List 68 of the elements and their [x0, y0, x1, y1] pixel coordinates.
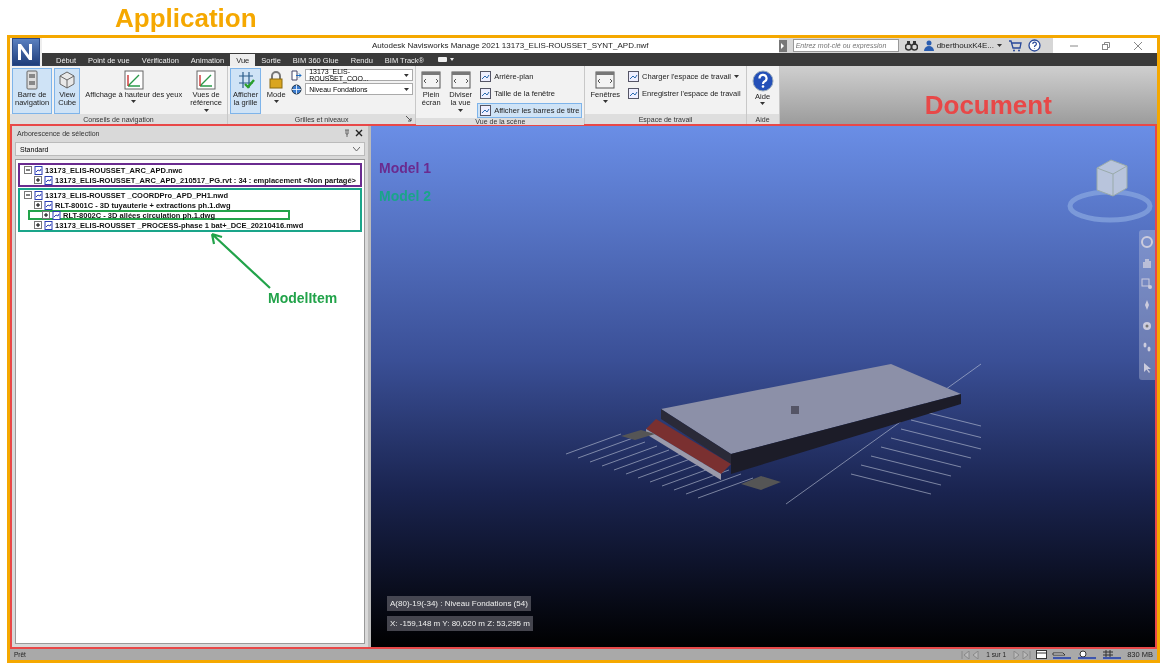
- window-icon: [480, 71, 492, 82]
- coordinates-label: X: -159,148 m Y: 80,620 m Z: 53,295 m: [387, 616, 533, 631]
- chevron-icon: [353, 147, 360, 151]
- cursor-icon[interactable]: [1141, 362, 1153, 374]
- file-icon: [52, 210, 61, 220]
- launcher-icon[interactable]: [406, 116, 413, 122]
- file-icon: [44, 220, 53, 230]
- expand-icon[interactable]: [34, 176, 42, 184]
- axes-icon: [123, 70, 144, 90]
- annotation-label: ModelItem: [268, 290, 338, 306]
- model-label: Model 1: [379, 160, 433, 176]
- user-menu[interactable]: dberthouxK4E...: [923, 40, 1002, 51]
- caret-icon: [602, 100, 608, 104]
- expand-icon[interactable]: [34, 221, 42, 229]
- caret-icon: [760, 102, 766, 106]
- file-icon: [34, 190, 43, 200]
- model-label: Model 2: [379, 188, 433, 204]
- close-icon[interactable]: [355, 129, 363, 137]
- caret-icon: [458, 108, 464, 112]
- binoculars-icon[interactable]: [904, 40, 918, 51]
- navigation-bar-icon: [26, 70, 39, 90]
- caret-icon: [404, 87, 410, 91]
- cart-icon[interactable]: [1008, 39, 1022, 52]
- wheel-icon[interactable]: [1141, 236, 1153, 248]
- navigation-bar[interactable]: [1139, 230, 1155, 380]
- footprints-icon[interactable]: [1141, 341, 1153, 353]
- caret-icon: [131, 100, 137, 104]
- user-icon: [923, 40, 934, 51]
- disk-icon[interactable]: [1077, 650, 1098, 659]
- window-icon: [595, 70, 616, 90]
- grid-icon[interactable]: [1102, 650, 1123, 659]
- caret-icon: [203, 108, 209, 112]
- arrow-icon[interactable]: [778, 39, 787, 52]
- collapse-icon[interactable]: [24, 191, 32, 199]
- help-icon[interactable]: [1028, 39, 1041, 52]
- file-link-icon: [291, 69, 303, 81]
- document-label: Document: [924, 92, 1052, 122]
- annotation-arrow: [208, 230, 272, 290]
- window-icon: [450, 70, 471, 90]
- expand-icon[interactable]: [34, 201, 42, 209]
- collapse-icon[interactable]: [24, 166, 32, 174]
- grid-location-label: A(80)-19(-34) : Niveau Fondations (54): [387, 596, 531, 611]
- pin-icon[interactable]: [343, 129, 351, 137]
- look-icon[interactable]: [1141, 320, 1153, 332]
- file-icon: [44, 175, 53, 185]
- axes-icon: [196, 70, 217, 90]
- window-title: Autodesk Navisworks Manage 2021 13173_ELIS-ROUSSET_SYNT_APD.nwf: [372, 41, 649, 50]
- application-label: Application: [114, 2, 258, 35]
- caret-icon: [997, 44, 1002, 47]
- globe-icon: [291, 83, 303, 95]
- file-icon: [44, 200, 53, 210]
- caret-icon: [404, 73, 410, 77]
- window-icon: [628, 88, 640, 99]
- caret-icon: [273, 100, 279, 104]
- file-icon: [34, 165, 43, 175]
- window-icon: [421, 70, 442, 90]
- video-icon[interactable]: [438, 56, 455, 63]
- cube-icon: [57, 70, 78, 90]
- window-icon: [480, 88, 492, 99]
- sheet-icon[interactable]: [1036, 650, 1048, 659]
- expand-icon[interactable]: [42, 211, 50, 219]
- restore-icon[interactable]: [1101, 40, 1111, 51]
- window-icon: [480, 105, 492, 116]
- window-icon: [628, 71, 640, 82]
- application-menu-button[interactable]: [12, 38, 40, 66]
- zoom-icon[interactable]: [1141, 278, 1153, 290]
- caret-icon: [734, 75, 740, 78]
- help-icon: [751, 70, 774, 92]
